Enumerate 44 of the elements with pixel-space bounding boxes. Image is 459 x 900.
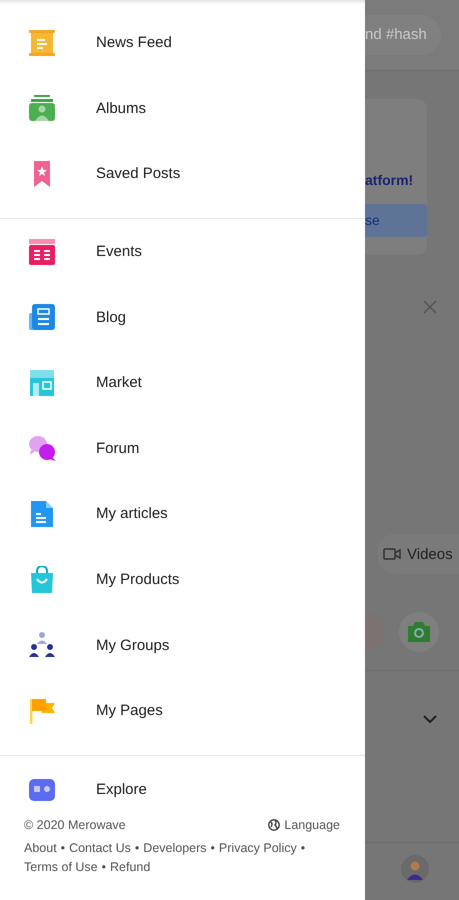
chevron-down-icon[interactable]	[423, 715, 437, 724]
card-title: atform!	[365, 172, 414, 188]
video-camera-icon	[383, 548, 401, 560]
footer-link[interactable]: Contact Us	[69, 840, 131, 855]
separator-dot: •	[300, 840, 306, 855]
footer-link[interactable]: Privacy Policy	[218, 840, 297, 855]
menu-item[interactable]: News Feed	[96, 34, 172, 52]
shop-icon	[28, 368, 56, 397]
language-link[interactable]: Language	[284, 818, 340, 832]
calendar-icon	[28, 238, 56, 266]
footer-link[interactable]: About	[24, 840, 57, 855]
menu-item[interactable]: Explore	[96, 781, 147, 798]
separator-dot: •	[102, 860, 106, 874]
separator-dot: •	[134, 840, 140, 855]
avatar-icon[interactable]	[401, 855, 429, 883]
photo-stack-icon	[28, 94, 56, 122]
menu-item[interactable]: My Products	[96, 571, 180, 588]
close-icon[interactable]	[423, 300, 437, 314]
menu-item[interactable]: My Pages	[96, 702, 163, 720]
footer-link[interactable]: Developers	[143, 840, 207, 855]
shopping-bag-icon	[28, 566, 56, 594]
footer-link[interactable]: Refund	[110, 860, 150, 874]
flag-icon	[28, 696, 56, 725]
footer-link[interactable]: Terms of Use	[24, 860, 98, 874]
separator-dot: •	[210, 840, 215, 855]
people-icon	[28, 631, 56, 660]
document-icon	[28, 303, 56, 332]
newspaper-icon	[28, 28, 56, 57]
menu-item[interactable]: Saved Posts	[96, 165, 180, 182]
videos-chip[interactable]: Videos	[377, 534, 459, 574]
menu-item[interactable]: Forum	[96, 440, 140, 457]
menu-item[interactable]: My articles	[96, 505, 168, 522]
menu-item[interactable]: Albums	[96, 100, 146, 117]
menu-item[interactable]: Events	[96, 243, 142, 260]
menu-item[interactable]: Blog	[96, 308, 126, 326]
menu-item[interactable]: My Groups	[96, 636, 170, 654]
menu-item[interactable]: Market	[96, 374, 142, 392]
camera-icon[interactable]	[406, 621, 432, 643]
file-icon	[28, 500, 56, 528]
globe-icon	[268, 818, 280, 831]
separator-dot: •	[60, 840, 66, 855]
chat-bubbles-icon	[28, 434, 56, 462]
chip-label: Videos	[407, 546, 453, 562]
copyright-text: © 2020 Merowave	[24, 818, 126, 832]
